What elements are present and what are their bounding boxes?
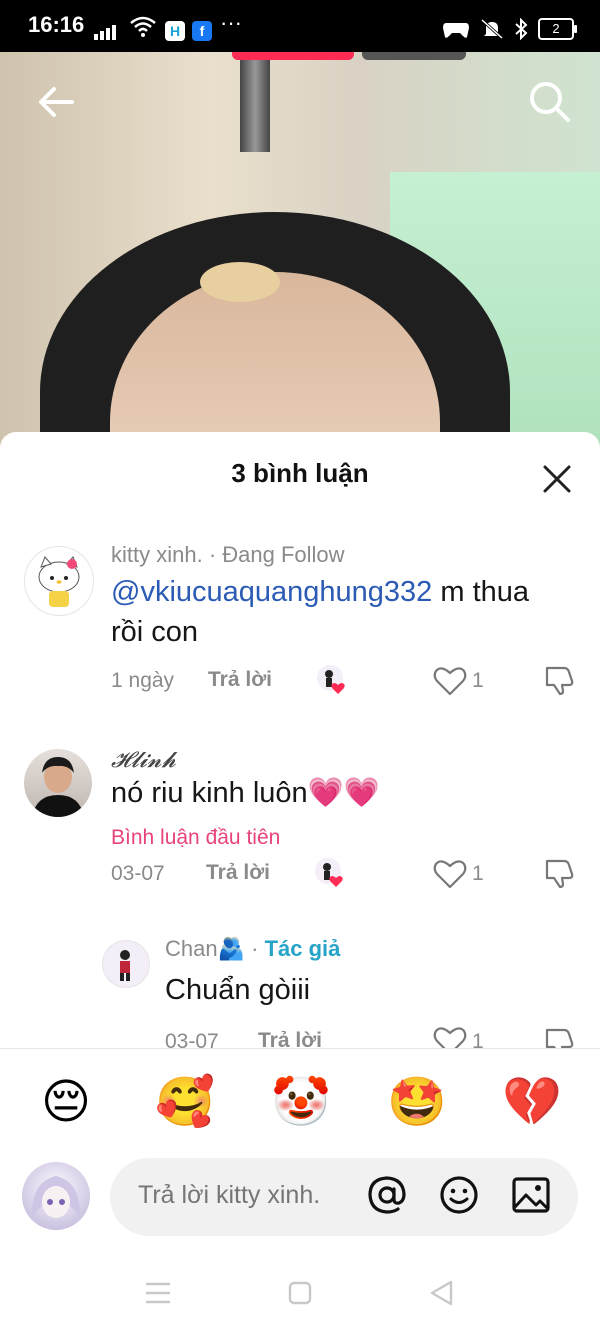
- more-notifications-icon: ···: [220, 10, 242, 35]
- like-count: 1: [472, 862, 484, 885]
- first-comment-badge: Bình luận đầu tiên: [111, 826, 281, 849]
- dislike-icon[interactable]: [544, 857, 576, 889]
- smiley-icon[interactable]: [438, 1174, 480, 1216]
- status-bar: 16:16 H f ··· 2: [0, 0, 600, 52]
- search-icon[interactable]: [526, 78, 574, 126]
- creator-liked-icon: [315, 858, 343, 887]
- reply-button[interactable]: Trả lời: [206, 861, 270, 885]
- my-avatar[interactable]: [22, 1162, 90, 1230]
- emoji-clown[interactable]: 🤡: [271, 1075, 331, 1131]
- author-separator: ·: [245, 936, 265, 961]
- silent-bell-icon: [480, 18, 504, 40]
- comment-text-part: rồi con: [111, 616, 199, 648]
- author-avatar-icon: [120, 950, 130, 981]
- app-notification-icon: H: [165, 21, 185, 41]
- comment-item: 𝓗𝓵𝓲𝓷𝓱 nó riu kinh luôn💗💗 Bình luận đầu t…: [0, 747, 600, 917]
- reply-button[interactable]: Trả lời: [208, 668, 272, 692]
- comment-date: 1 ngày: [111, 669, 175, 692]
- comment-text: @vkiucuaquanghung332 m thua rồi con: [111, 572, 591, 652]
- comments-count-title: 3 bình luận: [231, 458, 369, 488]
- user-photo-icon: [32, 757, 84, 817]
- emoji-smiling-hearts[interactable]: 🥰: [155, 1075, 215, 1131]
- emoji-quick-bar: 😔 🥰 🤡 🤩 💔: [0, 1048, 600, 1159]
- avatar[interactable]: [24, 749, 92, 817]
- heart-icon[interactable]: [433, 1026, 467, 1048]
- comment-text-part: m thua: [432, 576, 530, 608]
- reply-item: Chan🫂 · Tác giả Chuẩn gòiii 03-07 Trả lờ…: [0, 932, 600, 1048]
- video-subject: [200, 262, 280, 302]
- creator-liked-icon: [317, 665, 345, 694]
- video-background: [240, 52, 270, 152]
- story-progress-next: [362, 52, 466, 60]
- facebook-notification-icon: f: [192, 21, 212, 41]
- wifi-icon: [130, 16, 156, 37]
- comment-input[interactable]: [110, 1158, 578, 1236]
- comment-username[interactable]: Chan🫂: [165, 936, 245, 961]
- hello-kitty-avatar-icon: [38, 556, 80, 607]
- heart-icon[interactable]: [433, 666, 467, 696]
- reply-input[interactable]: [136, 1180, 370, 1211]
- avatar[interactable]: [102, 940, 150, 988]
- comment-date: 03-07: [111, 862, 165, 885]
- reply-username-row: Chan🫂 · Tác giả: [165, 936, 340, 962]
- back-triangle-icon[interactable]: [427, 1278, 457, 1308]
- comment-input-row: [0, 1158, 600, 1238]
- emoji-pensive[interactable]: 😔: [38, 1075, 94, 1131]
- avatar[interactable]: [24, 546, 94, 616]
- comment-text: nó riu kinh luôn💗💗: [111, 777, 380, 809]
- gamepad-icon: [443, 23, 469, 38]
- system-nav-bar: [0, 1250, 600, 1333]
- like-count: 1: [472, 1030, 484, 1048]
- home-square-icon[interactable]: [285, 1278, 315, 1308]
- dislike-icon[interactable]: [544, 1026, 576, 1048]
- arrow-left-icon[interactable]: [34, 78, 82, 126]
- author-badge: Tác giả: [264, 936, 341, 961]
- mention-link[interactable]: @vkiucuaquanghung332: [111, 576, 432, 608]
- comment-username[interactable]: kitty xinh.: [111, 542, 203, 567]
- comment-text: Chuẩn gòiii: [165, 974, 311, 1006]
- reply-button[interactable]: Trả lời: [258, 1029, 322, 1048]
- video-player[interactable]: [0, 52, 600, 452]
- follow-status: · Đang Follow: [202, 542, 345, 567]
- story-progress-active: [232, 52, 354, 60]
- bluetooth-icon: [515, 18, 528, 40]
- comment-date: 03-07: [165, 1030, 219, 1048]
- comment-username[interactable]: 𝓗𝓵𝓲𝓷𝓱: [111, 747, 176, 773]
- dislike-icon[interactable]: [544, 664, 576, 696]
- like-count: 1: [472, 669, 484, 692]
- image-icon[interactable]: [510, 1174, 552, 1216]
- anime-avatar-icon: [31, 1176, 81, 1220]
- battery-icon: 2: [538, 18, 577, 40]
- menu-icon[interactable]: [143, 1278, 173, 1308]
- heart-icon[interactable]: [433, 859, 467, 889]
- comment-item: kitty xinh. · Đang Follow @vkiucuaquangh…: [0, 542, 600, 722]
- comment-username-row: kitty xinh. · Đang Follow: [111, 542, 345, 568]
- emoji-star-struck[interactable]: 🤩: [387, 1075, 447, 1131]
- emoji-broken-heart[interactable]: 💔: [502, 1075, 562, 1131]
- at-icon[interactable]: [366, 1174, 408, 1216]
- close-icon[interactable]: [540, 462, 574, 496]
- status-time: 16:16: [28, 12, 85, 37]
- signal-icon: [94, 22, 118, 40]
